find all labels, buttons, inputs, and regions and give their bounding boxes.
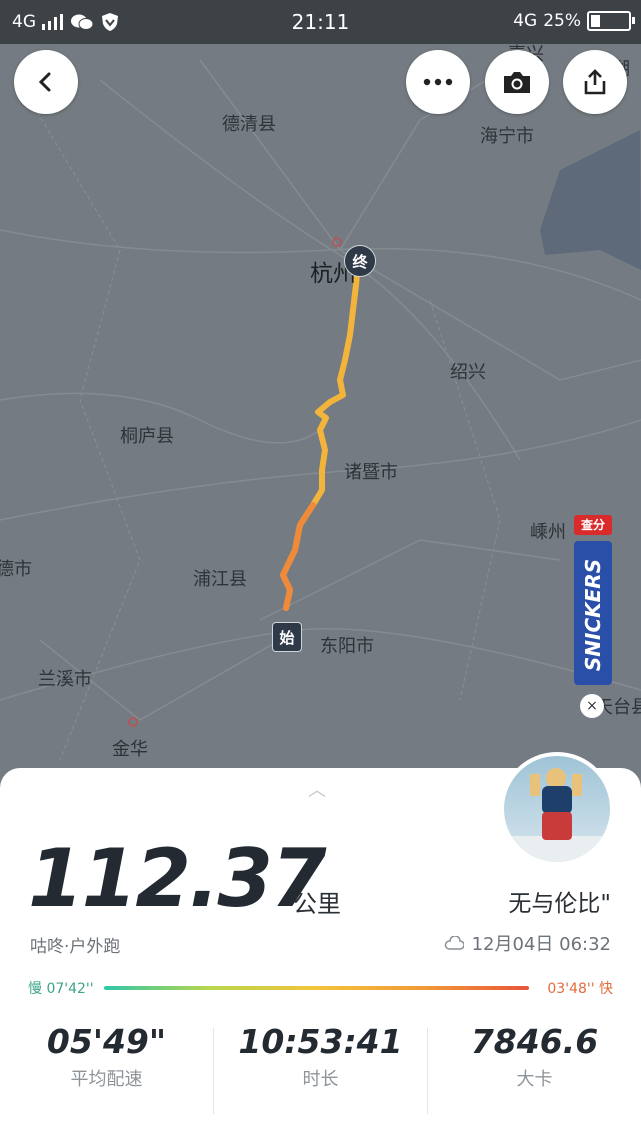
pace-gradient <box>104 986 529 990</box>
more-dots-icon <box>423 78 453 86</box>
route-map[interactable]: 湖州 德清县 嘉兴 海宁市 杭州 绍兴 桐庐县 诸暨市 嵊州 德市 浦江县 东阳… <box>0 0 641 800</box>
share-icon <box>584 69 606 95</box>
distance-unit: 公里 <box>293 890 341 918</box>
stat-duration: 10:53:41 时长 <box>214 1022 427 1091</box>
camera-icon <box>504 72 530 93</box>
ad-close-button[interactable]: × <box>580 694 604 718</box>
stat-value: 7846.6 <box>470 1022 599 1061</box>
map-label: 桐庐县 <box>120 426 174 447</box>
network-label: 4G <box>513 11 538 31</box>
stat-label: 平均配速 <box>70 1069 143 1090</box>
stats-row: 05'49" 平均配速 10:53:41 时长 7846.6 大卡 <box>0 1022 641 1114</box>
stat-value: 05'49" <box>46 1022 167 1061</box>
stat-avg-pace: 05'49" 平均配速 <box>0 1022 213 1091</box>
share-button[interactable] <box>563 50 627 114</box>
map-label: 东阳市 <box>320 636 374 657</box>
activity-type: 咕咚·户外跑 <box>30 937 121 957</box>
battery-percent: 25% <box>543 11 581 31</box>
pace-bar: 慢 07'42'' 03'48'' 快 <box>28 978 613 998</box>
stat-value: 10:53:41 <box>238 1022 403 1061</box>
end-marker[interactable]: 终 <box>344 245 376 277</box>
chevron-up-icon[interactable]: ︿ <box>308 776 326 802</box>
map-label: 嵊州 <box>530 522 566 543</box>
stat-label: 时长 <box>302 1069 339 1090</box>
status-bar: 4G 21:11 4G 25% <box>0 0 641 44</box>
map-label: 海宁市 <box>480 126 534 147</box>
snickers-logo: SNICKERS <box>574 541 612 685</box>
date-text: 12月04日 06:32 <box>471 934 611 955</box>
bay-water <box>540 130 641 270</box>
stat-label: 大卡 <box>516 1069 553 1090</box>
pace-slow-label: 慢 07'42'' <box>28 981 94 997</box>
avatar[interactable] <box>500 752 614 866</box>
more-button[interactable] <box>406 50 470 114</box>
city-dot-icon <box>128 717 138 727</box>
start-marker[interactable]: 始 <box>272 622 302 652</box>
distance-value: 112.37 <box>28 832 327 925</box>
ad-badge: 查分 <box>574 515 612 535</box>
map-label: 浦江县 <box>193 569 247 590</box>
username[interactable]: 无与伦比" <box>508 884 611 918</box>
map-label: 金华 <box>112 739 148 760</box>
snickers-ad[interactable]: 查分 SNICKERS <box>572 515 614 685</box>
map-background <box>0 59 641 761</box>
pace-fast-label: 03'48'' 快 <box>547 981 613 997</box>
activity-datetime: 12月04日 06:32 <box>444 930 611 956</box>
stat-calories: 7846.6 大卡 <box>428 1022 641 1091</box>
map-label: 德市 <box>0 559 32 580</box>
cloud-icon <box>444 936 464 950</box>
chevron-left-icon <box>38 72 51 92</box>
map-label: 德清县 <box>222 114 276 135</box>
map-label: 绍兴 <box>450 362 486 383</box>
back-button[interactable] <box>14 50 78 114</box>
map-label: 诸暨市 <box>344 462 398 483</box>
avatar-image <box>504 768 610 862</box>
map-label: 兰溪市 <box>38 669 92 690</box>
camera-button[interactable] <box>485 50 549 114</box>
battery-icon <box>587 11 635 31</box>
